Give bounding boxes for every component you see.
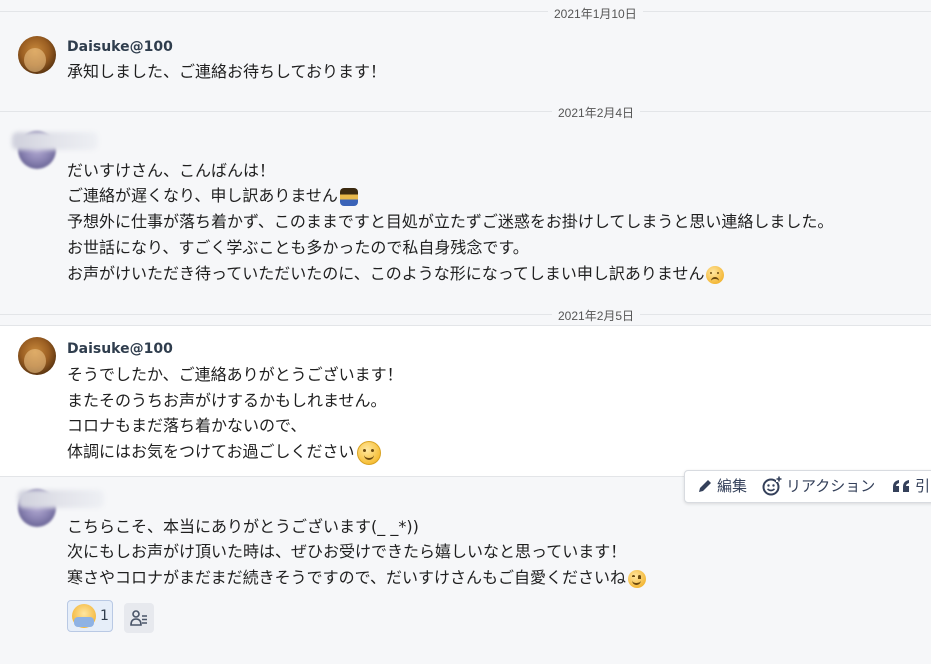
- person-list-icon: [130, 610, 147, 626]
- message-author[interactable]: Daisuke@100: [67, 341, 173, 357]
- message-text: 承知しました、ご連絡お待ちしております！: [67, 62, 387, 81]
- message-text: 体調にはお気をつけてお過ごしください: [67, 442, 355, 461]
- message-text-line: お声がけいただき待っていただいたのに、このような形になってしまい申し訳ありません: [67, 261, 725, 287]
- reaction-count: 1: [100, 608, 109, 624]
- bowing-person-emoji-icon: [339, 187, 358, 206]
- readers-button[interactable]: [124, 603, 154, 633]
- message-text: コロナもまだ落ち着かないので、: [67, 416, 307, 435]
- bowing-emoji-icon: [72, 604, 96, 628]
- date-divider: [0, 11, 931, 12]
- smiling-blush-emoji-icon: [628, 569, 647, 588]
- author-name-blurred: [12, 132, 98, 150]
- message-text: こちらこそ、本当にありがとうございます(_ _*)): [67, 517, 419, 536]
- message-author[interactable]: Daisuke@100: [67, 39, 173, 55]
- author-name-blurred: [18, 490, 104, 508]
- date-label: 2021年2月5日: [552, 307, 641, 324]
- message-text: またそのうちお声がけするかもしれません。: [67, 391, 387, 410]
- avatar[interactable]: [18, 337, 56, 375]
- date-divider: [0, 111, 931, 112]
- message-text: お世話になり、すごく学ぶことも多かったので私自身残念です。: [67, 238, 529, 257]
- message-item[interactable]: こちらこそ、本当にありがとうございます(_ _*)) 次にもしお声がけ頂いた時は…: [0, 476, 931, 664]
- reaction-chip[interactable]: 1: [67, 600, 113, 632]
- message-text: 次にもしお声がけ頂いた時は、ぜひお受けできたら嬉しいなと思っています！: [67, 542, 627, 561]
- message-text-line: ご連絡が遅くなり、申し訳ありません: [67, 183, 358, 209]
- message-text: そうでしたか、ご連絡ありがとうございます！: [67, 365, 403, 384]
- message-text-line: 体調にはお気をつけてお過ごしください: [67, 439, 381, 465]
- date-label: 2021年1月10日: [548, 5, 643, 22]
- avatar[interactable]: [18, 36, 56, 74]
- message-text: 寒さやコロナがまだまだ続きそうですので、だいすけさんもご自愛くださいね: [67, 568, 627, 587]
- message-text: 予想外に仕事が落ち着かず、このままですと目処が立たずご迷惑をお掛けしてしまうと思…: [67, 212, 834, 231]
- date-divider: [0, 314, 931, 315]
- message-text: だいすけさん、こんばんは！: [67, 161, 276, 180]
- smiling-face-emoji-icon: [356, 440, 381, 465]
- message-item-hovered[interactable]: Daisuke@100 そうでしたか、ご連絡ありがとうございます！ またそのうち…: [0, 325, 931, 477]
- sad-face-emoji-icon: [706, 265, 725, 284]
- message-item[interactable]: Daisuke@100 承知しました、ご連絡お待ちしております！: [0, 25, 931, 105]
- date-label: 2021年2月4日: [552, 104, 641, 121]
- message-item[interactable]: だいすけさん、こんばんは！ ご連絡が遅くなり、申し訳ありません 予想外に仕事が落…: [0, 120, 931, 310]
- message-text-line: 寒さやコロナがまだまだ続きそうですので、だいすけさんもご自愛くださいね: [67, 565, 647, 591]
- message-text: お声がけいただき待っていただいたのに、このような形になってしまい申し訳ありません: [67, 264, 705, 283]
- message-text: ご連絡が遅くなり、申し訳ありません: [67, 186, 338, 205]
